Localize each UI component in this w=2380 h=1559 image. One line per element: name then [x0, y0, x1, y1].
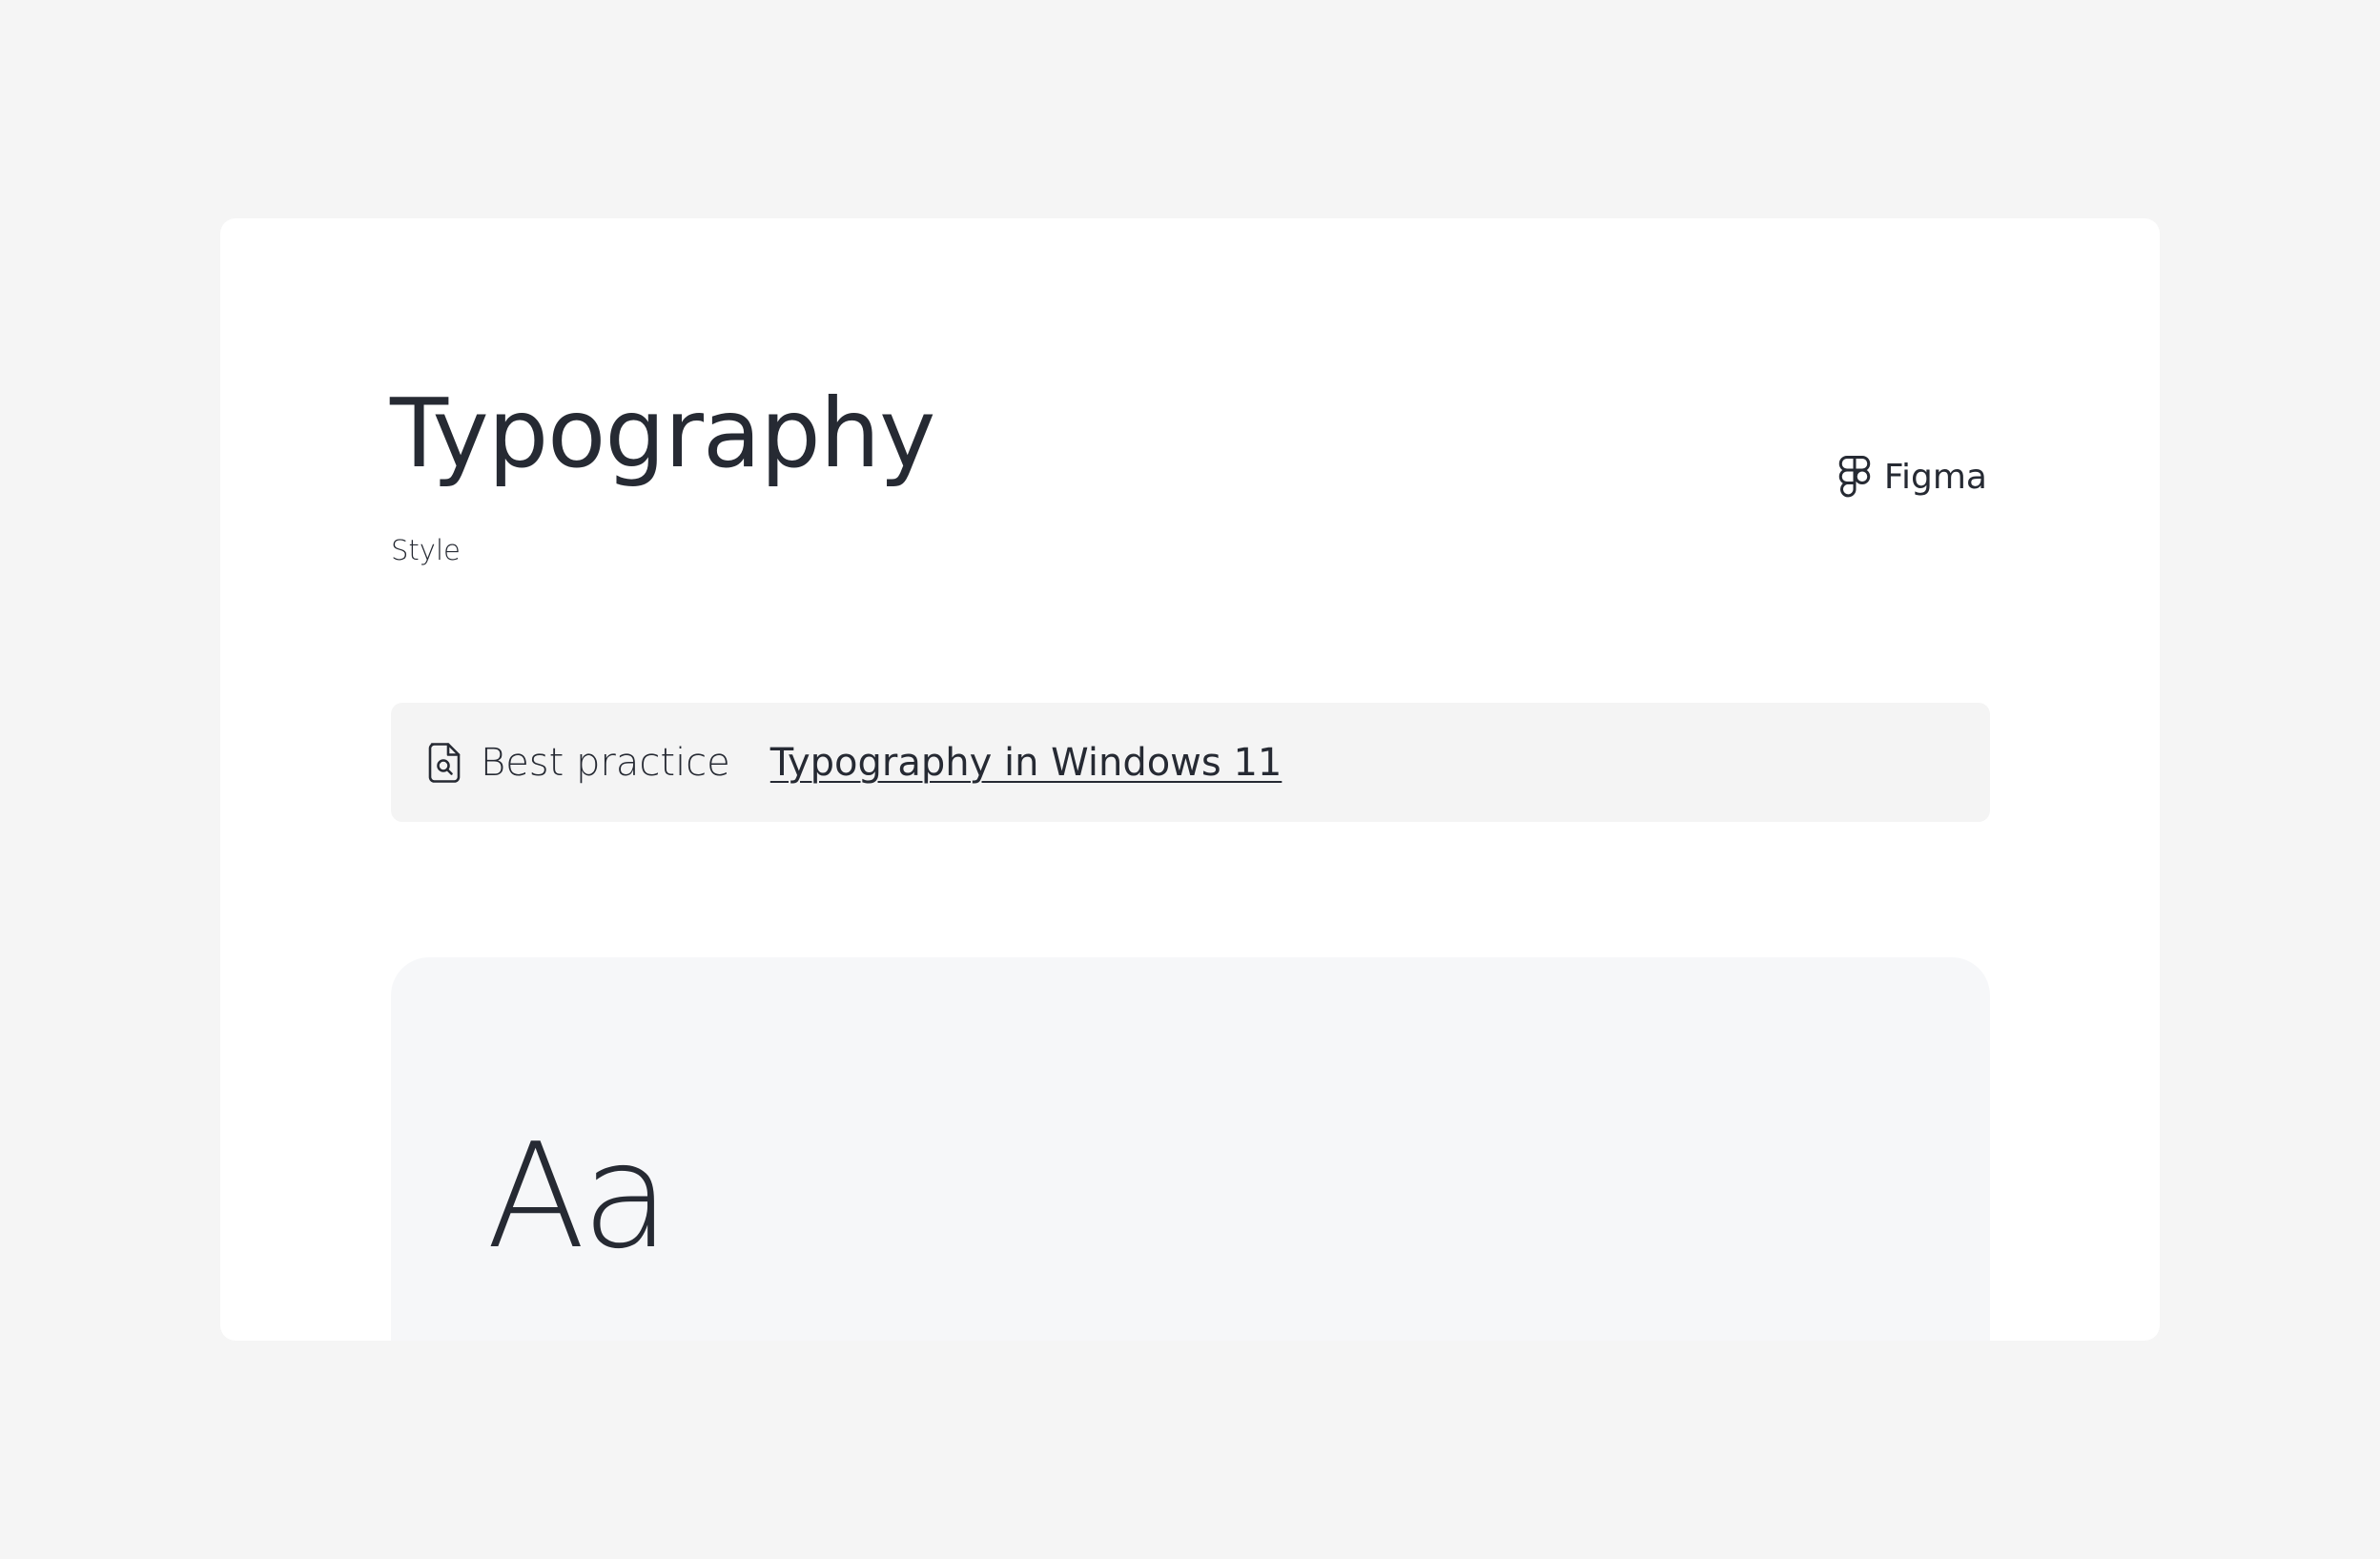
typography-windows-link[interactable]: Typography in Windows 11 — [770, 741, 1282, 785]
best-practice-banner: Best practice Typography in Windows 11 — [391, 703, 1990, 822]
figma-link-label: Figma — [1883, 457, 1987, 497]
best-practice-label: Best practice — [481, 740, 730, 785]
type-specimen-panel: Aa — [391, 957, 1990, 1341]
page-title: Typography — [390, 378, 935, 489]
figma-link[interactable]: Figma — [1838, 455, 1987, 499]
document-search-icon — [427, 742, 462, 784]
page-subtitle: Style — [391, 534, 461, 566]
figma-icon — [1838, 455, 1871, 499]
content-card: Typography Style Figma Best practice Typ… — [220, 218, 2160, 1341]
specimen-sample-text: Aa — [486, 1112, 670, 1281]
